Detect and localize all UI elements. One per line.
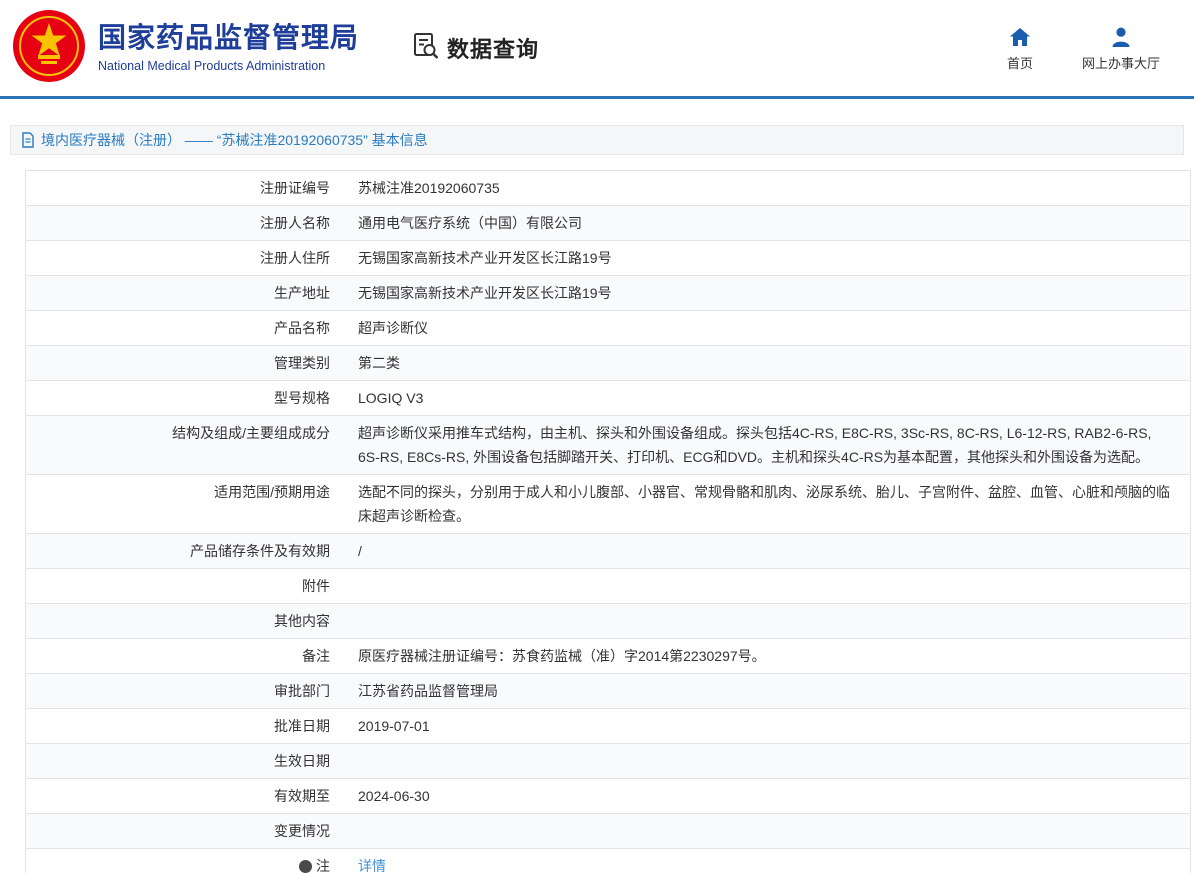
row-value: 超声诊断仪采用推车式结构，由主机、探头和外围设备组成。探头包括4C-RS, E8… bbox=[358, 425, 1152, 465]
nav-item-home[interactable]: 首页 bbox=[1000, 25, 1040, 72]
row-label: 产品储存条件及有效期 bbox=[26, 534, 344, 568]
row-value: 第二类 bbox=[358, 355, 400, 371]
row-label: 结构及组成/主要组成成分 bbox=[26, 416, 344, 474]
row-label-text: 生产地址 bbox=[274, 285, 330, 301]
brand-text: 国家药品监督管理局 National Medical Products Admi… bbox=[98, 22, 360, 73]
row-value bbox=[344, 569, 1190, 603]
row-label: 附件 bbox=[26, 569, 344, 603]
row-label-text: 结构及组成/主要组成成分 bbox=[172, 425, 330, 441]
row-label-text: 备注 bbox=[302, 648, 330, 664]
row-label: 产品名称 bbox=[26, 311, 344, 345]
row-label-text: 审批部门 bbox=[274, 683, 330, 699]
section-title-block: 数据查询 bbox=[411, 31, 539, 66]
breadcrumb-text: 境内医疗器械（注册） —— “苏械注准20192060735” 基本信息 bbox=[41, 132, 428, 148]
row-label-text: 注册人名称 bbox=[260, 215, 330, 231]
table-row: 结构及组成/主要组成成分 超声诊断仪采用推车式结构，由主机、探头和外围设备组成。探… bbox=[26, 416, 1190, 475]
row-label-text: 变更情况 bbox=[274, 823, 330, 839]
row-label: 注册人住所 bbox=[26, 241, 344, 275]
row-value bbox=[344, 744, 1190, 778]
row-label: 型号规格 bbox=[26, 381, 344, 415]
table-row: 型号规格 LOGIQ V3 bbox=[26, 381, 1190, 416]
row-label: 生效日期 bbox=[26, 744, 344, 778]
info-table: 注册证编号 苏械注准20192060735 注册人名称 通用电气医疗系统（中国）有限公… bbox=[25, 170, 1191, 873]
table-row: 附件 bbox=[26, 569, 1190, 604]
row-label: 生产地址 bbox=[26, 276, 344, 310]
home-icon bbox=[1009, 25, 1031, 47]
row-value: 苏械注准20192060735 bbox=[358, 180, 500, 196]
table-row: 备注 原医疗器械注册证编号：苏食药监械（准）字2014第2230297号。 bbox=[26, 639, 1190, 674]
org-name-en: National Medical Products Administration bbox=[98, 58, 326, 73]
row-label-text: 适用范围/预期用途 bbox=[214, 484, 330, 500]
row-value: 2019-07-01 bbox=[358, 718, 430, 734]
table-row: 有效期至 2024-06-30 bbox=[26, 779, 1190, 814]
row-value: 原医疗器械注册证编号：苏食药监械（准）字2014第2230297号。 bbox=[358, 648, 766, 664]
user-icon bbox=[1110, 25, 1132, 47]
row-value: LOGIQ V3 bbox=[358, 390, 424, 406]
page-header: 国家药品监督管理局 National Medical Products Admi… bbox=[0, 0, 1194, 99]
row-value: 超声诊断仪 bbox=[358, 320, 428, 336]
row-label-text: 注册证编号 bbox=[260, 180, 330, 196]
row-label-text: 注册人住所 bbox=[260, 250, 330, 266]
table-row: 注册人名称 通用电气医疗系统（中国）有限公司 bbox=[26, 206, 1190, 241]
row-value: 江苏省药品监督管理局 bbox=[358, 683, 498, 699]
row-label-text: 批准日期 bbox=[274, 718, 330, 734]
row-value bbox=[344, 604, 1190, 638]
table-row: 变更情况 bbox=[26, 814, 1190, 849]
row-label: 注册证编号 bbox=[26, 171, 344, 205]
nav-item-label: 网上办事大厅 bbox=[1081, 55, 1160, 71]
row-label: 审批部门 bbox=[26, 674, 344, 708]
row-value: 详情 bbox=[344, 849, 1190, 873]
table-row: 生产地址 无锡国家高新技术产业开发区长江路19号 bbox=[26, 276, 1190, 311]
table-row: 注册人住所 无锡国家高新技术产业开发区长江路19号 bbox=[26, 241, 1190, 276]
row-value: 选配不同的探头，分别用于成人和小儿腹部、小器官、常规骨骼和肌肉、泌尿系统、胎儿、… bbox=[358, 484, 1170, 524]
row-value: 2024-06-30 bbox=[358, 788, 430, 804]
table-row: 产品名称 超声诊断仪 bbox=[26, 311, 1190, 346]
table-row: 适用范围/预期用途 选配不同的探头，分别用于成人和小儿腹部、小器官、常规骨骼和肌肉… bbox=[26, 475, 1190, 534]
org-name-cn: 国家药品监督管理局 bbox=[98, 22, 360, 54]
table-row: 注册证编号 苏械注准20192060735 bbox=[26, 171, 1190, 206]
note-icon bbox=[299, 860, 312, 873]
nav-item-label: 首页 bbox=[1006, 55, 1033, 71]
header-nav: 首页 网上办事大厅 bbox=[1000, 25, 1160, 72]
document-icon bbox=[21, 132, 35, 148]
table-row: 产品储存条件及有效期 / bbox=[26, 534, 1190, 569]
row-label-text: 生效日期 bbox=[274, 753, 330, 769]
table-row: 管理类别 第二类 bbox=[26, 346, 1190, 381]
brand[interactable]: 国家药品监督管理局 National Medical Products Admi… bbox=[12, 9, 359, 88]
row-label: 变更情况 bbox=[26, 814, 344, 848]
section-title: 数据查询 bbox=[447, 37, 540, 62]
table-row: 审批部门 江苏省药品监督管理局 bbox=[26, 674, 1190, 709]
row-label-text: 型号规格 bbox=[274, 390, 330, 406]
nmpa-emblem-logo bbox=[12, 9, 86, 88]
row-label-text: 注 bbox=[316, 858, 330, 873]
table-row: 批准日期 2019-07-01 bbox=[26, 709, 1190, 744]
table-row: 生效日期 bbox=[26, 744, 1190, 779]
row-label-text: 有效期至 bbox=[274, 788, 330, 804]
row-label: 注册人名称 bbox=[26, 206, 344, 240]
detail-link[interactable]: 详情 bbox=[358, 858, 386, 873]
table-row: 其他内容 bbox=[26, 604, 1190, 639]
row-label: 有效期至 bbox=[26, 779, 344, 813]
row-label: 管理类别 bbox=[26, 346, 344, 380]
row-label: 适用范围/预期用途 bbox=[26, 475, 344, 533]
row-label: 批准日期 bbox=[26, 709, 344, 743]
row-value: 无锡国家高新技术产业开发区长江路19号 bbox=[358, 285, 612, 301]
row-label: 注 bbox=[26, 849, 344, 873]
row-label-text: 附件 bbox=[302, 578, 330, 594]
row-label-text: 产品储存条件及有效期 bbox=[190, 543, 330, 559]
row-value: 无锡国家高新技术产业开发区长江路19号 bbox=[358, 250, 612, 266]
row-label-text: 其他内容 bbox=[274, 613, 330, 629]
data-query-icon bbox=[411, 31, 441, 66]
row-label-text: 管理类别 bbox=[274, 355, 330, 371]
row-label: 备注 bbox=[26, 639, 344, 673]
row-label: 其他内容 bbox=[26, 604, 344, 638]
nav-item-service-hall[interactable]: 网上办事大厅 bbox=[1082, 25, 1160, 72]
table-row: 注 详情 bbox=[26, 849, 1190, 873]
row-label-text: 产品名称 bbox=[274, 320, 330, 336]
row-value: / bbox=[358, 543, 362, 559]
row-value bbox=[344, 814, 1190, 848]
breadcrumb: 境内医疗器械（注册） —— “苏械注准20192060735” 基本信息 bbox=[10, 125, 1184, 155]
row-value: 通用电气医疗系统（中国）有限公司 bbox=[358, 215, 582, 231]
